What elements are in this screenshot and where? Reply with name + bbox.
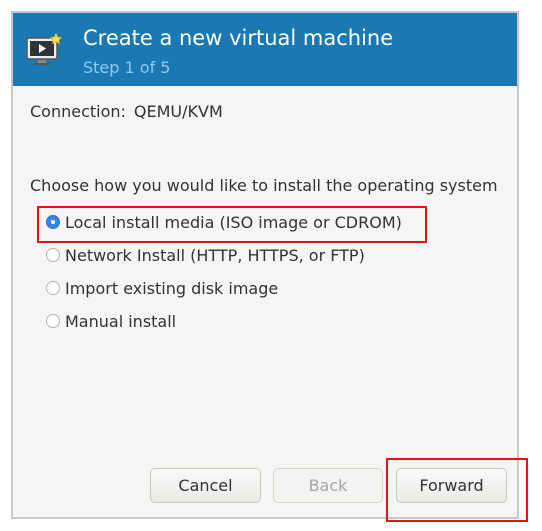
install-method-question: Choose how you would like to install the… xyxy=(30,176,498,195)
option-manual-install[interactable]: Manual install xyxy=(46,309,176,333)
cancel-button[interactable]: Cancel xyxy=(150,468,261,503)
radio-checked-icon[interactable] xyxy=(46,215,60,229)
new-vm-dialog: Create a new virtual machine Step 1 of 5… xyxy=(11,11,519,519)
option-import-disk-image[interactable]: Import existing disk image xyxy=(46,276,278,300)
connection-row: Connection: QEMU/KVM xyxy=(30,102,223,121)
connection-label: Connection: xyxy=(30,102,126,121)
connection-value: QEMU/KVM xyxy=(133,102,223,121)
option-label: Import existing disk image xyxy=(65,278,279,298)
back-button[interactable]: Back xyxy=(273,468,383,503)
vm-monitor-icon xyxy=(26,33,62,65)
dialog-header: Create a new virtual machine Step 1 of 5 xyxy=(13,13,517,86)
option-local-install-media[interactable]: Local install media (ISO image or CDROM) xyxy=(46,210,402,234)
radio-unchecked-icon[interactable] xyxy=(46,314,60,328)
radio-unchecked-icon[interactable] xyxy=(46,248,60,262)
option-label: Local install media (ISO image or CDROM) xyxy=(65,212,402,232)
option-network-install[interactable]: Network Install (HTTP, HTTPS, or FTP) xyxy=(46,243,365,267)
option-label: Network Install (HTTP, HTTPS, or FTP) xyxy=(65,245,365,265)
forward-button[interactable]: Forward xyxy=(396,468,507,503)
step-indicator: Step 1 of 5 xyxy=(83,58,171,77)
dialog-title: Create a new virtual machine xyxy=(83,26,394,50)
radio-unchecked-icon[interactable] xyxy=(46,281,60,295)
option-label: Manual install xyxy=(65,311,177,331)
